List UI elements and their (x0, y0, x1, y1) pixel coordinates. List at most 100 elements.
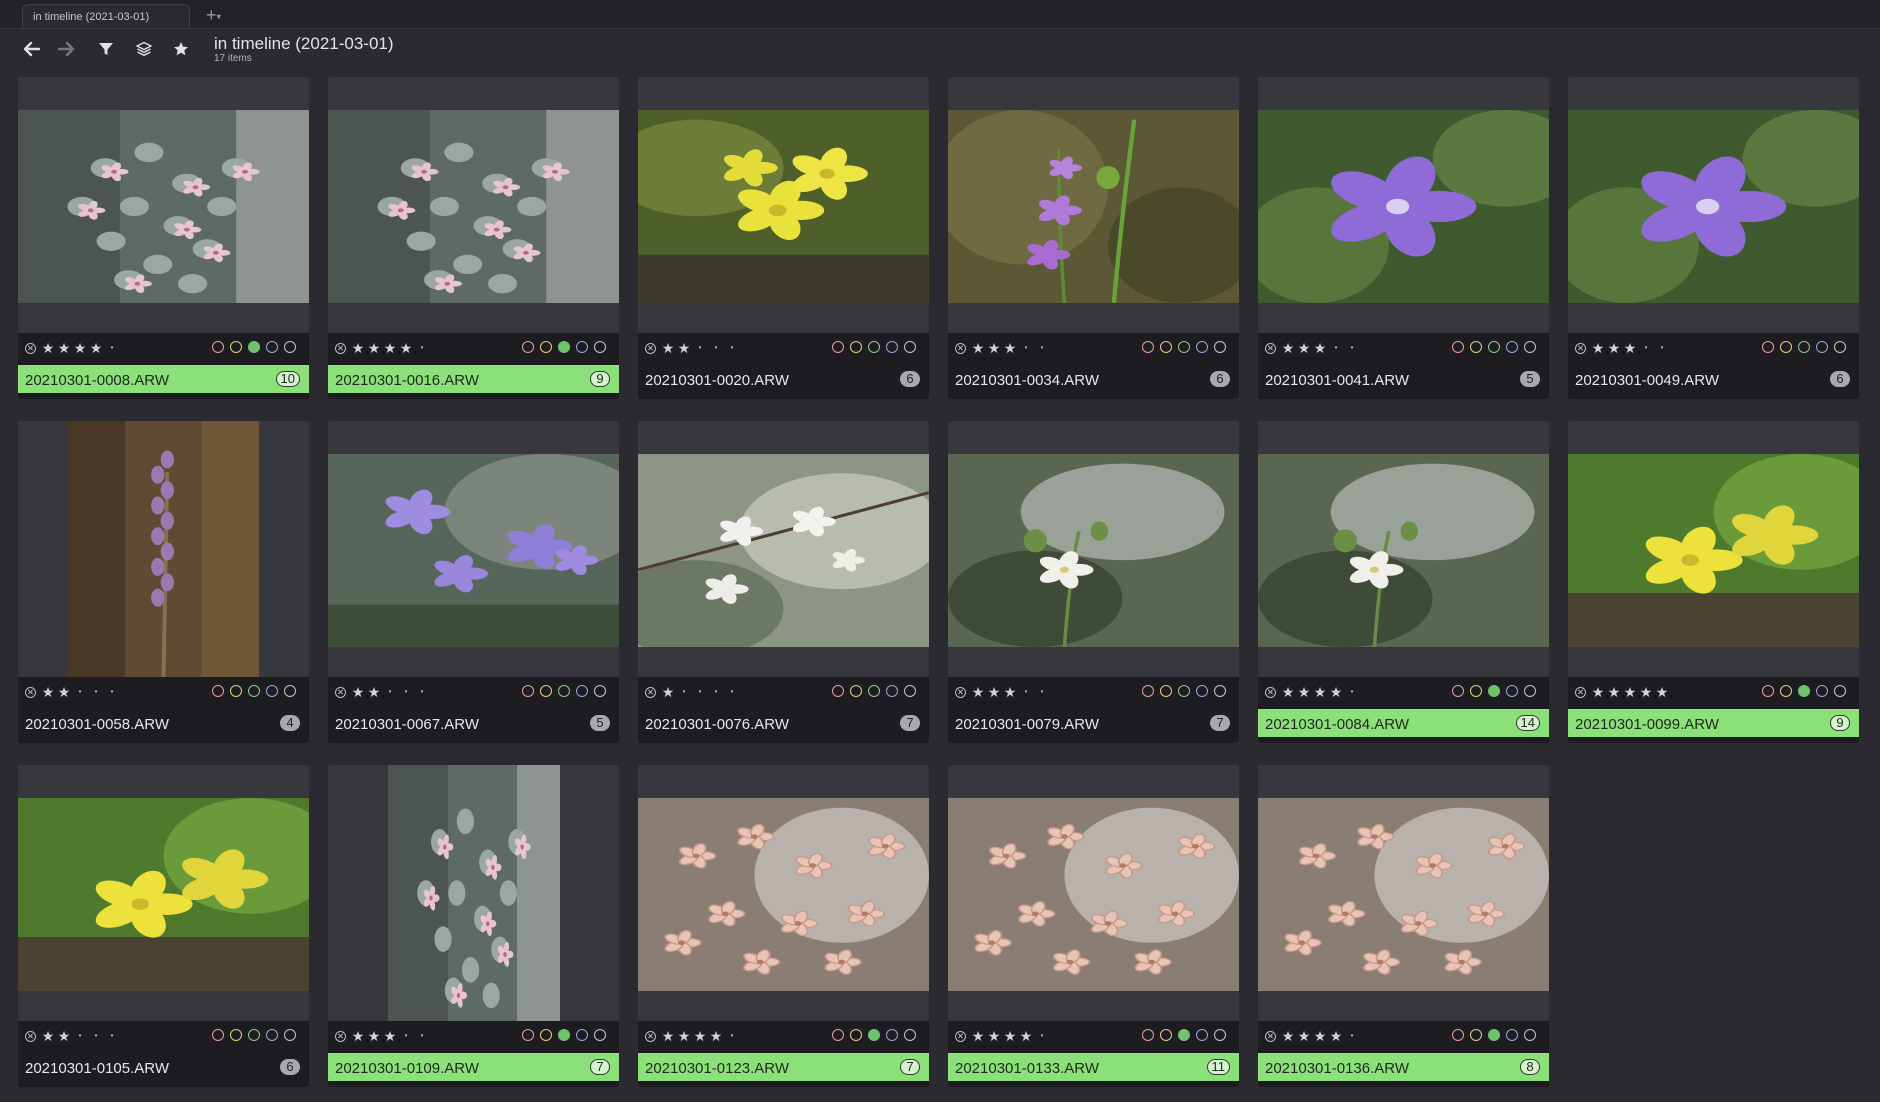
star-icon[interactable]: ★ (56, 685, 72, 699)
star-icon[interactable]: ★ (676, 341, 692, 355)
thumbnail-card[interactable]: ★ ★ • • • 20210301-0105.ARW 6 (18, 765, 309, 1087)
filename-bar[interactable]: 20210301-0133.ARW 11 (948, 1053, 1239, 1081)
thumbnail-card[interactable]: ★ ★ • • • 20210301-0067.ARW 5 (328, 421, 619, 743)
color-label-yellow[interactable] (1470, 685, 1482, 697)
color-label-green[interactable] (1178, 1029, 1190, 1041)
thumbnail-card[interactable]: ★ ★ ★ • • 20210301-0034.ARW 6 (948, 77, 1239, 399)
color-label-blue[interactable] (886, 685, 898, 697)
star-empty-icon[interactable]: • (414, 1029, 430, 1043)
filename-bar[interactable]: 20210301-0084.ARW 14 (1258, 709, 1549, 737)
star-rating[interactable]: ★ ★ ★ ★ • (645, 1029, 740, 1043)
color-label-purple[interactable] (904, 1029, 916, 1041)
color-label-red[interactable] (522, 1029, 534, 1041)
star-empty-icon[interactable]: • (708, 341, 724, 355)
reject-icon[interactable] (645, 342, 656, 354)
star-icon[interactable]: ★ (1002, 1029, 1018, 1043)
forward-button[interactable] (53, 36, 79, 62)
star-rating[interactable]: ★ ★ ★ ★ • (335, 341, 430, 355)
filename-bar[interactable]: 20210301-0008.ARW 10 (18, 365, 309, 393)
star-empty-icon[interactable]: • (676, 685, 692, 699)
star-icon[interactable]: ★ (1296, 341, 1312, 355)
star-empty-icon[interactable]: • (1034, 685, 1050, 699)
color-label-green[interactable] (248, 1029, 260, 1041)
star-icon[interactable]: ★ (350, 341, 366, 355)
color-label-yellow[interactable] (540, 685, 552, 697)
thumbnail-card[interactable]: ★ ★ ★ ★ • 20210301-0133.ARW 11 (948, 765, 1239, 1087)
color-label-blue[interactable] (266, 1029, 278, 1041)
star-icon[interactable]: ★ (1328, 685, 1344, 699)
star-icon[interactable]: ★ (1606, 341, 1622, 355)
thumbnail-card[interactable]: ★ ★ ★ • • 20210301-0079.ARW 7 (948, 421, 1239, 743)
star-empty-icon[interactable]: • (104, 1029, 120, 1043)
reject-icon[interactable] (955, 342, 966, 354)
color-label-blue[interactable] (576, 685, 588, 697)
star-empty-icon[interactable]: • (72, 1029, 88, 1043)
thumbnail-image[interactable] (18, 798, 309, 991)
color-label-red[interactable] (832, 685, 844, 697)
thumbnail-card[interactable]: ★ ★ ★ ★ • 20210301-0123.ARW 7 (638, 765, 929, 1087)
color-label-blue[interactable] (1196, 1029, 1208, 1041)
star-icon[interactable]: ★ (72, 341, 88, 355)
star-icon[interactable]: ★ (1622, 341, 1638, 355)
color-label-green[interactable] (1178, 685, 1190, 697)
thumbnail-image[interactable] (328, 110, 619, 303)
color-label-red[interactable] (1762, 341, 1774, 353)
thumbnail-image[interactable] (1568, 454, 1859, 647)
color-label-purple[interactable] (1524, 341, 1536, 353)
star-rating[interactable]: ★ ★ ★ • • (335, 1029, 430, 1043)
color-label-red[interactable] (1142, 341, 1154, 353)
color-label-blue[interactable] (1506, 341, 1518, 353)
filter-button[interactable] (93, 36, 119, 62)
thumbnail-card[interactable]: ★ ★ ★ ★ ★ 20210301-0099.ARW 9 (1568, 421, 1859, 743)
color-label-purple[interactable] (1834, 341, 1846, 353)
star-empty-icon[interactable]: • (1654, 341, 1670, 355)
thumbnail-card[interactable]: ★ ★ • • • 20210301-0020.ARW 6 (638, 77, 929, 399)
color-label-blue[interactable] (886, 1029, 898, 1041)
star-icon[interactable]: ★ (366, 685, 382, 699)
star-empty-icon[interactable]: • (398, 1029, 414, 1043)
star-empty-icon[interactable]: • (1018, 685, 1034, 699)
star-icon[interactable]: ★ (1296, 685, 1312, 699)
star-icon[interactable]: ★ (1280, 341, 1296, 355)
color-label-red[interactable] (212, 1029, 224, 1041)
color-label-yellow[interactable] (230, 685, 242, 697)
color-label-purple[interactable] (284, 1029, 296, 1041)
star-icon[interactable]: ★ (1280, 685, 1296, 699)
thumbnail-image[interactable] (1568, 110, 1859, 303)
filename-bar[interactable]: 20210301-0109.ARW 7 (328, 1053, 619, 1081)
color-label-green[interactable] (1488, 1029, 1500, 1041)
star-icon[interactable]: ★ (350, 685, 366, 699)
star-rating[interactable]: ★ ★ ★ ★ • (25, 341, 120, 355)
star-icon[interactable]: ★ (1328, 1029, 1344, 1043)
color-label-blue[interactable] (1196, 341, 1208, 353)
star-empty-icon[interactable]: • (88, 685, 104, 699)
star-icon[interactable]: ★ (660, 341, 676, 355)
star-icon[interactable]: ★ (970, 1029, 986, 1043)
star-empty-icon[interactable]: • (382, 685, 398, 699)
thumbnail-image[interactable] (18, 110, 309, 303)
star-empty-icon[interactable]: • (1328, 341, 1344, 355)
star-icon[interactable]: ★ (1590, 685, 1606, 699)
reject-icon[interactable] (1265, 1030, 1276, 1042)
color-label-green[interactable] (868, 341, 880, 353)
color-label-green[interactable] (1488, 685, 1500, 697)
star-icon[interactable]: ★ (88, 341, 104, 355)
star-empty-icon[interactable]: • (1018, 341, 1034, 355)
color-label-yellow[interactable] (1160, 685, 1172, 697)
star-icon[interactable]: ★ (986, 341, 1002, 355)
thumbnail-card[interactable]: ★ • • • • 20210301-0076.ARW 7 (638, 421, 929, 743)
star-icon[interactable]: ★ (1002, 341, 1018, 355)
thumbnail-card[interactable]: ★ ★ ★ ★ • 20210301-0136.ARW 8 (1258, 765, 1549, 1087)
color-label-yellow[interactable] (850, 685, 862, 697)
filename-bar[interactable]: 20210301-0016.ARW 9 (328, 365, 619, 393)
star-icon[interactable]: ★ (1280, 1029, 1296, 1043)
star-icon[interactable]: ★ (970, 341, 986, 355)
thumbnail-image[interactable] (948, 454, 1239, 647)
thumbnail-image[interactable] (1258, 110, 1549, 303)
star-rating[interactable]: ★ • • • • (645, 685, 740, 699)
reject-icon[interactable] (25, 342, 36, 354)
star-empty-icon[interactable]: • (1344, 685, 1360, 699)
color-label-blue[interactable] (1506, 685, 1518, 697)
star-rating[interactable]: ★ ★ ★ ★ ★ (1575, 685, 1670, 699)
star-empty-icon[interactable]: • (724, 1029, 740, 1043)
